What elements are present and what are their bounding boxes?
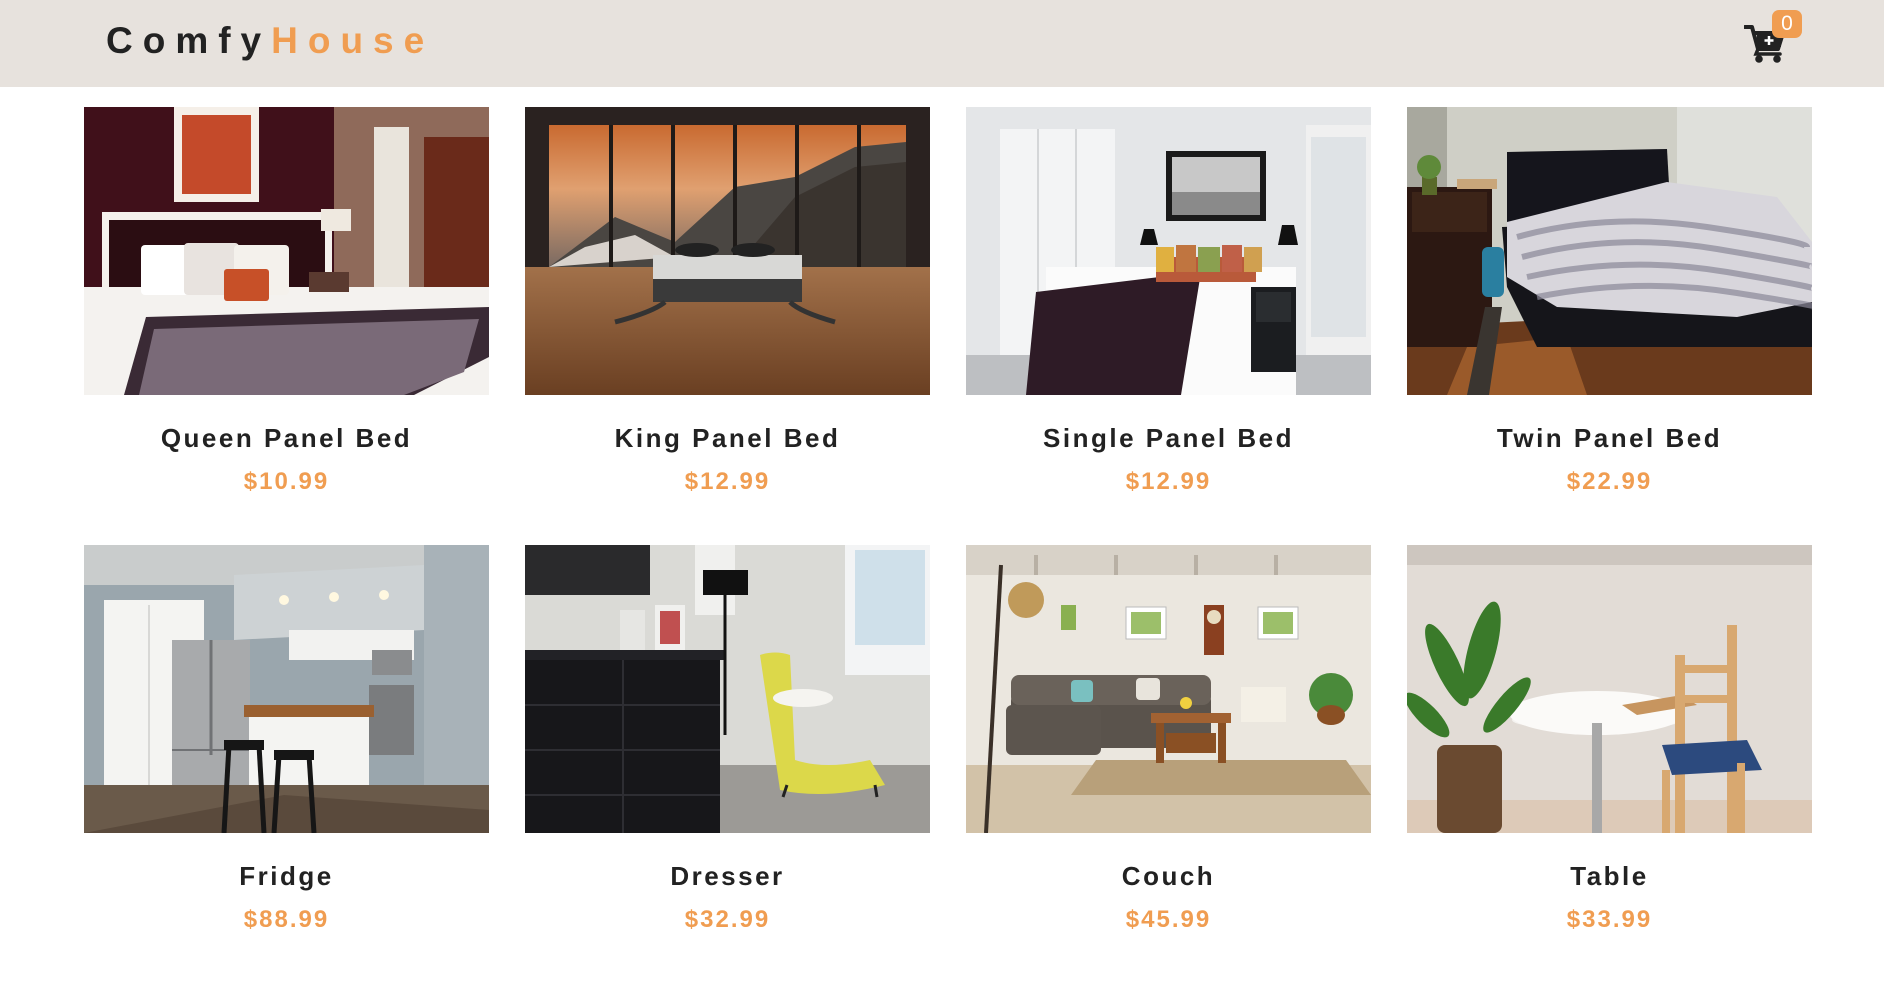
product-price: $12.99 [1125,468,1212,495]
product-title: Table [1570,861,1649,891]
logo-text-house: House [271,20,435,61]
bedroom-photo [966,107,1371,395]
navbar: ComfyHouse 0 [0,0,1884,87]
logo-text-comfy: Comfy [106,20,272,61]
table-photo [1407,545,1812,833]
product-price: $88.99 [243,906,330,933]
product-title: Twin Panel Bed [1496,423,1723,453]
product-card[interactable]: Table $33.99 [1407,545,1812,983]
product-card[interactable]: Fridge $88.99 [84,545,489,983]
product-title: Single Panel Bed [1043,423,1294,453]
product-card[interactable]: Dresser $32.99 [525,545,930,983]
cart-button[interactable]: 0 [1744,10,1802,66]
bedroom-photo [84,107,489,395]
product-card[interactable]: King Panel Bed $12.99 [525,107,930,545]
product-price: $32.99 [684,906,771,933]
product-image[interactable] [966,107,1371,395]
dresser-photo [525,545,930,833]
product-title: Fridge [239,861,334,891]
living-room-photo [966,545,1371,833]
product-image[interactable] [966,545,1371,833]
product-price: $22.99 [1566,468,1653,495]
product-grid: Queen Panel Bed $10.99 King Panel Bed $1… [84,107,1812,983]
product-image[interactable] [1407,107,1812,395]
product-card[interactable]: Twin Panel Bed $22.99 [1407,107,1812,545]
product-title: Dresser [670,861,785,891]
bedroom-photo [525,107,930,395]
product-price: $45.99 [1125,906,1212,933]
product-image[interactable] [525,545,930,833]
product-image[interactable] [525,107,930,395]
product-image[interactable] [1407,545,1812,833]
bedroom-photo [1407,107,1812,395]
kitchen-photo [84,545,489,833]
product-title: King Panel Bed [614,423,841,453]
product-title: Queen Panel Bed [160,423,413,453]
product-price: $33.99 [1566,906,1653,933]
product-image[interactable] [84,545,489,833]
product-card[interactable]: Single Panel Bed $12.99 [966,107,1371,545]
product-price: $12.99 [684,468,771,495]
cart-count-badge: 0 [1772,10,1802,38]
product-title: Couch [1121,861,1216,891]
logo[interactable]: ComfyHouse [106,20,434,62]
product-card[interactable]: Queen Panel Bed $10.99 [84,107,489,545]
product-price: $10.99 [243,468,330,495]
product-card[interactable]: Couch $45.99 [966,545,1371,983]
product-image[interactable] [84,107,489,395]
